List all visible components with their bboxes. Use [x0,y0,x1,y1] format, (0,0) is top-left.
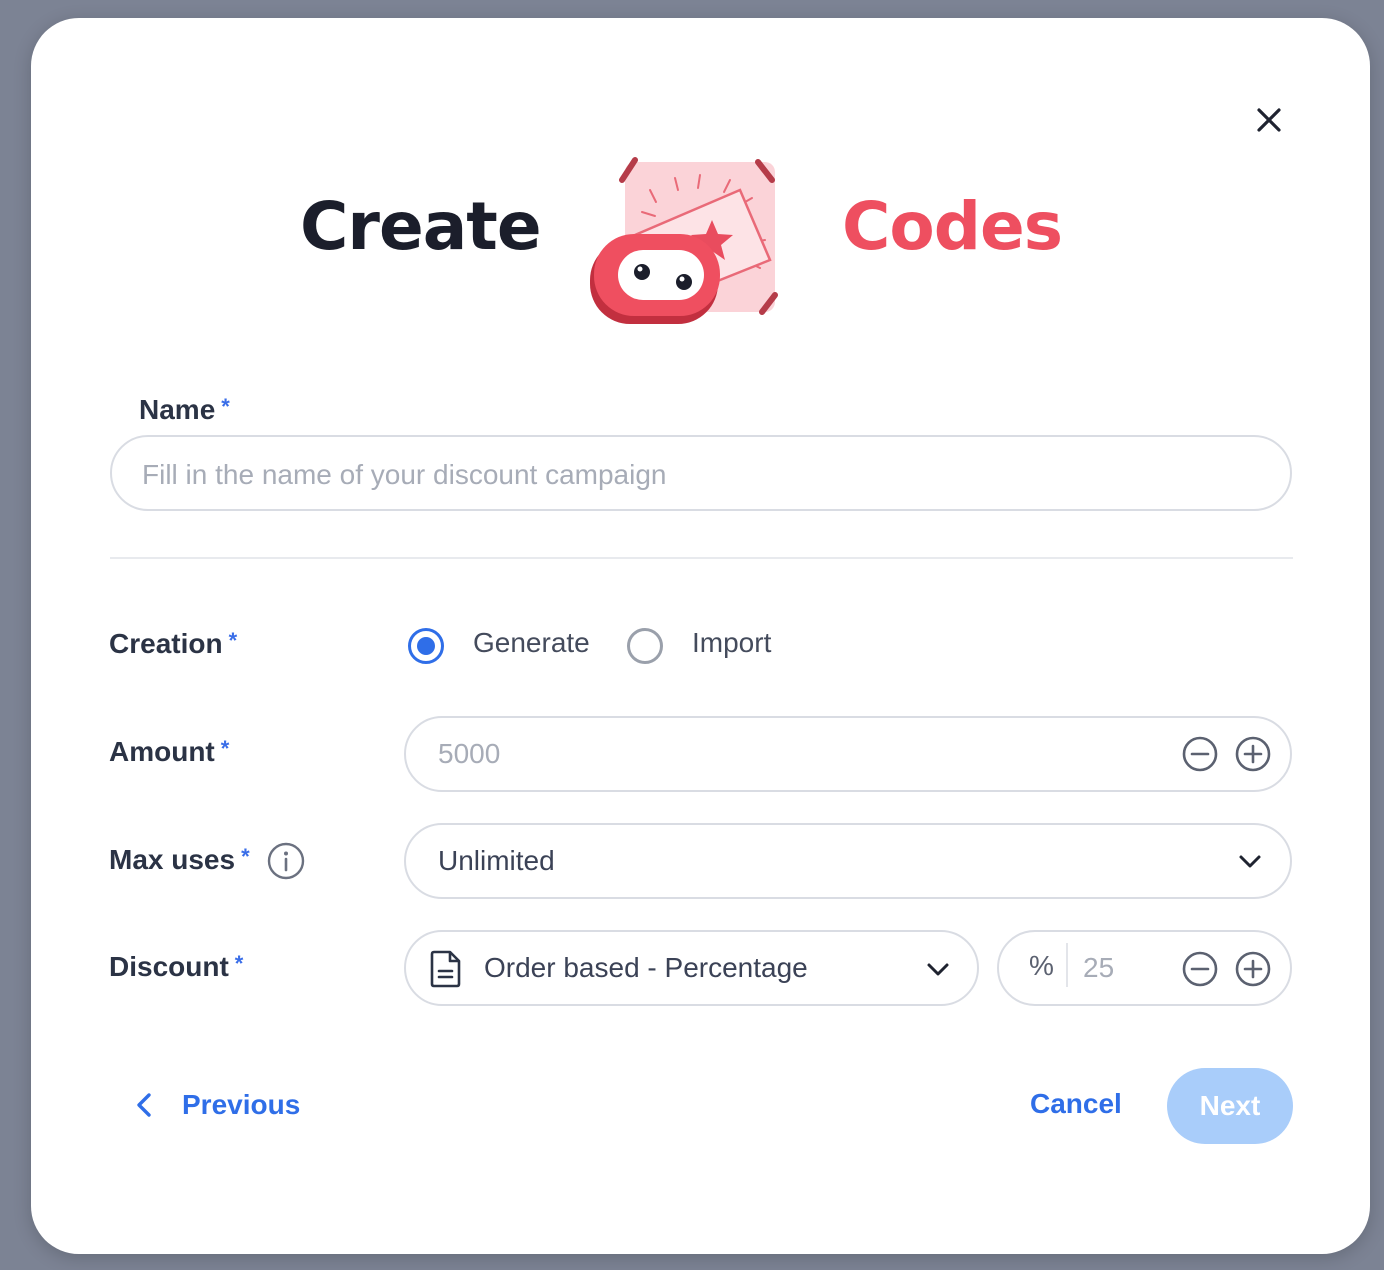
chevron-left-icon [137,1093,151,1117]
name-label: Name * [139,394,230,425]
info-icon [267,842,305,880]
discount-label: Discount * [109,951,244,982]
max-uses-select[interactable]: Unlimited [404,823,1292,899]
amount-input[interactable]: 5000 [404,716,1292,792]
discount-unit: % [1029,950,1054,981]
max-uses-value: Unlimited [438,845,555,876]
minus-circle-icon [1182,951,1218,987]
required-mark: * [241,844,250,869]
required-mark: * [221,394,230,419]
discount-decrement-button[interactable] [1180,949,1220,989]
radio-generate-label[interactable]: Generate [473,627,590,659]
discount-type-select[interactable]: Order based - Percentage [404,930,979,1006]
close-button[interactable] [1244,95,1294,145]
max-uses-dropdown-toggle[interactable] [1230,841,1270,881]
next-button[interactable]: Next [1167,1068,1293,1144]
max-uses-info-button[interactable] [266,841,306,881]
discount-increment-button[interactable] [1233,949,1273,989]
document-icon [430,950,461,988]
previous-label: Previous [182,1089,301,1120]
previous-button[interactable]: Previous [130,1080,300,1130]
amount-placeholder: 5000 [438,738,501,769]
section-divider [110,557,1293,559]
required-mark: * [228,628,238,653]
ticket-mascot-illustration [590,157,778,324]
title-codes: Codes [842,188,1063,265]
discount-value-placeholder: 25 [1083,952,1115,983]
max-uses-label: Max uses * [109,844,250,875]
cancel-button[interactable]: Cancel [1030,1088,1122,1120]
name-input[interactable]: Fill in the name of your discount campai… [110,435,1292,511]
chevron-down-icon [927,963,949,976]
discount-type-value: Order based - Percentage [484,952,808,983]
close-icon [1257,108,1281,132]
radio-import-label[interactable]: Import [692,627,771,659]
chevron-down-icon [1239,855,1261,868]
required-mark: * [234,951,244,976]
unit-separator [1066,943,1068,987]
plus-circle-icon [1235,951,1271,987]
required-mark: * [220,736,230,761]
amount-decrement-button[interactable] [1180,734,1220,774]
plus-circle-icon [1235,736,1271,772]
amount-label: Amount * [109,736,230,767]
radio-import[interactable] [627,628,663,664]
creation-label: Creation * [109,628,238,659]
name-placeholder: Fill in the name of your discount campai… [142,459,667,490]
discount-type-dropdown-toggle[interactable] [918,949,958,989]
minus-circle-icon [1182,736,1218,772]
radio-generate[interactable] [408,628,444,664]
amount-increment-button[interactable] [1233,734,1273,774]
title-create: Create [300,188,542,265]
